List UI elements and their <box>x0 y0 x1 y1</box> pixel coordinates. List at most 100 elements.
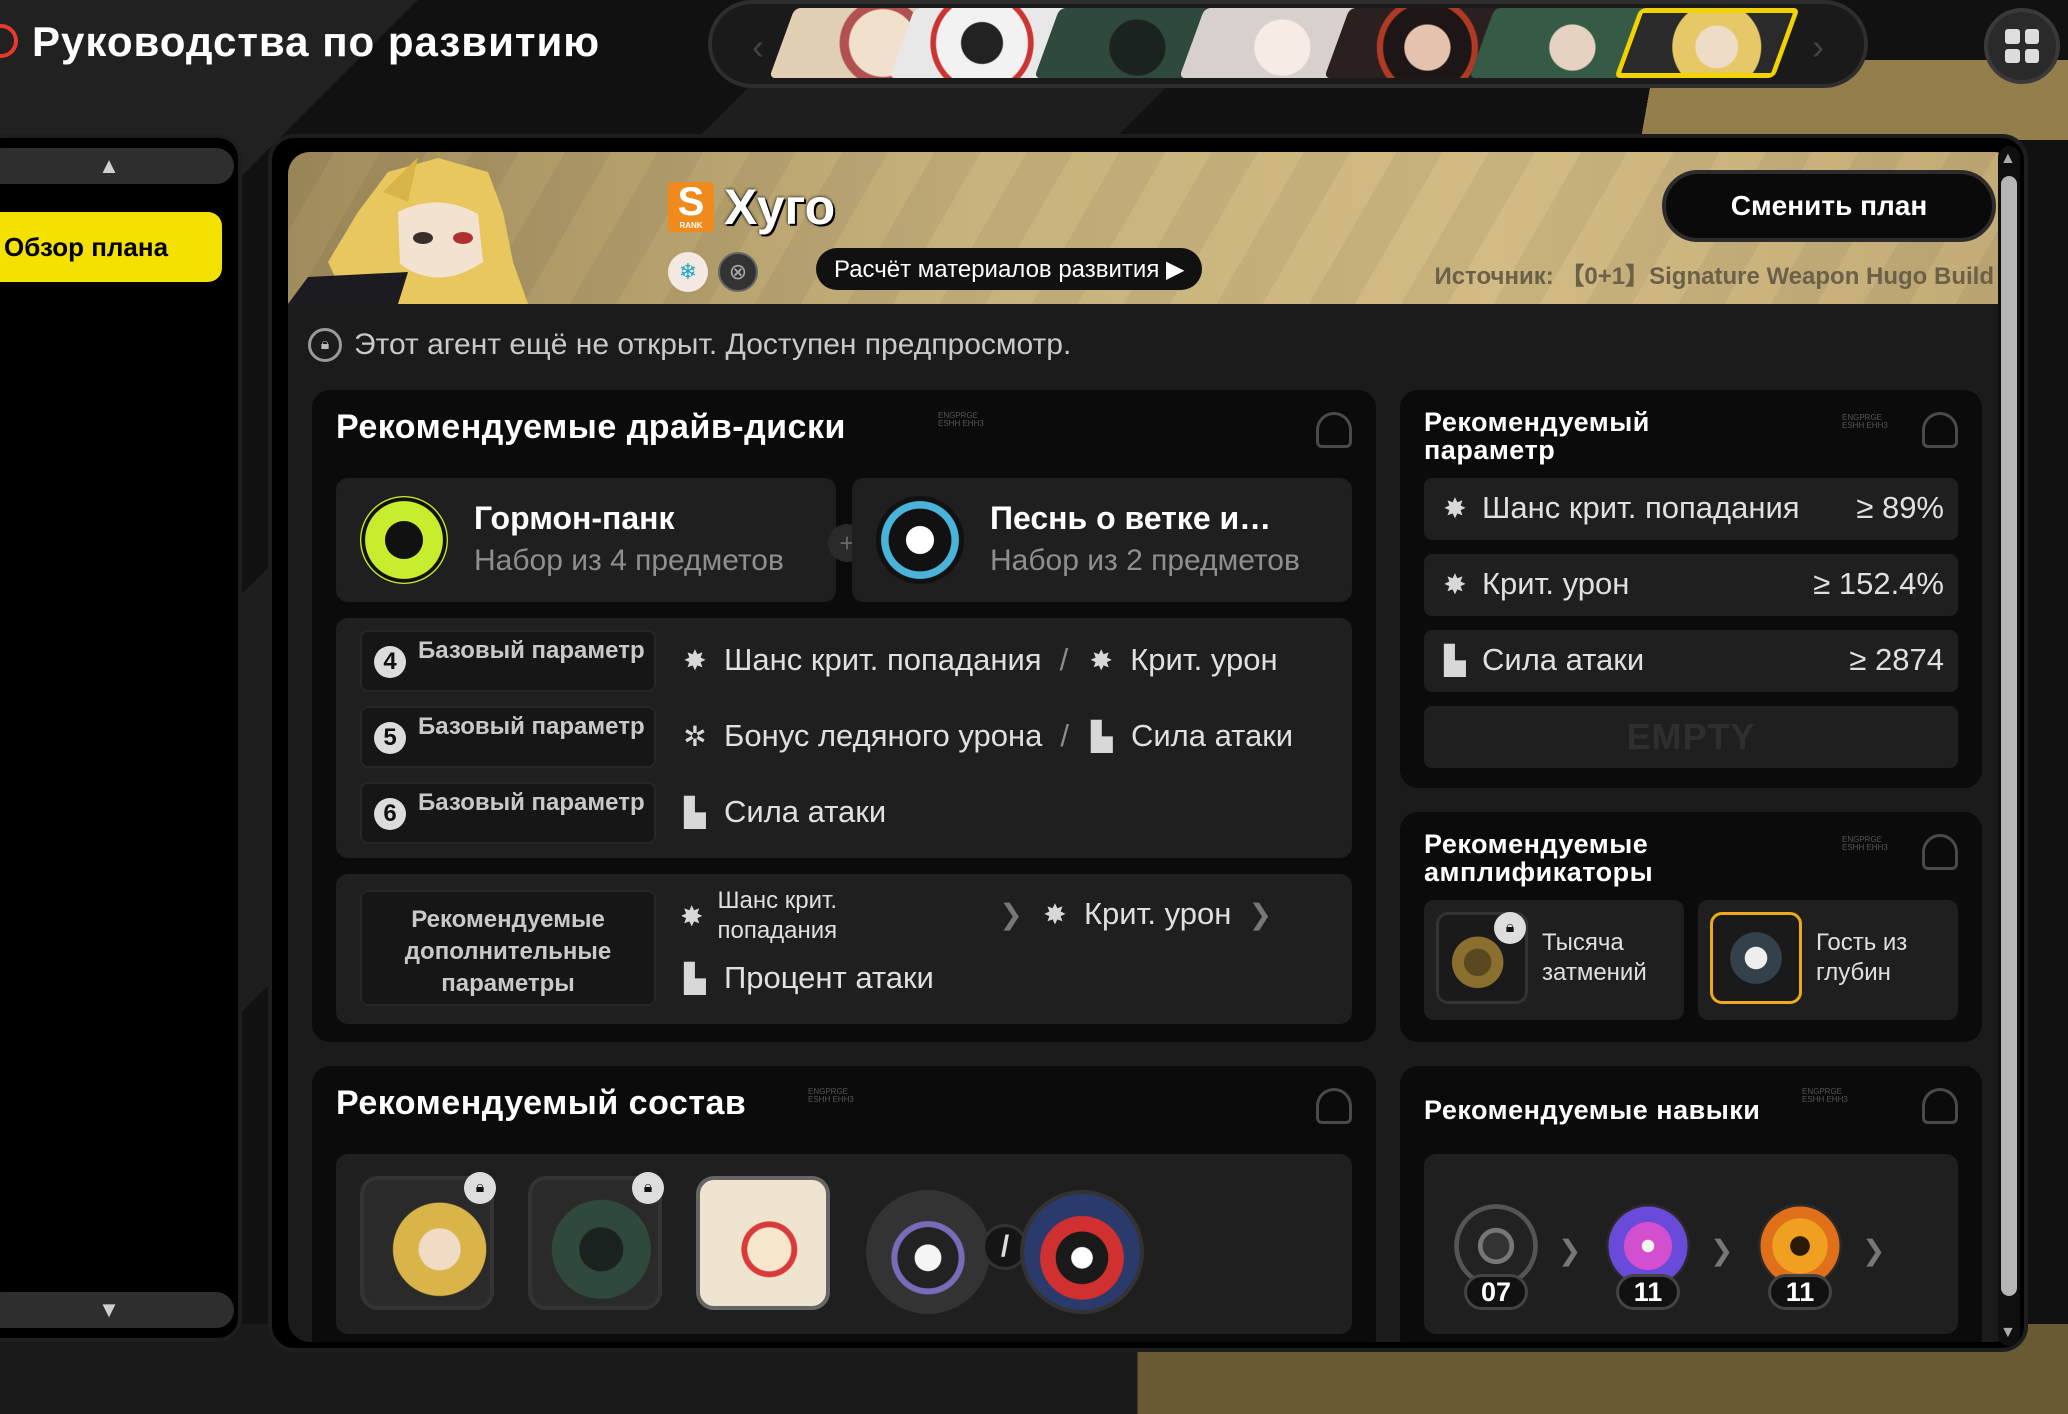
main-content: S RANK Хуго ❄ ⊗ Расчёт материалов развит… <box>288 152 2016 1342</box>
build-source: Источник: 【0+1】Signature Weapon Hugo Bui… <box>1434 263 1994 290</box>
stat-separator: / <box>1059 642 1069 677</box>
card-tag: ENGPRGE ESHH EHH3 <box>1802 1087 1848 1104</box>
slot-5-stat-1: Бонус ледяного урона <box>724 718 1043 753</box>
main-scrollbar[interactable]: ▲ ▼ <box>1998 146 2020 1346</box>
card-mascot-icon <box>1922 412 1958 448</box>
chevron-right-icon: ❯ <box>1248 898 1273 930</box>
card-tag: ENGPRGE ESHH EHH3 <box>808 1087 854 1104</box>
param-value: ≥ 152.4% <box>1813 566 1944 601</box>
amplifier-1-name: Тысяча затмений <box>1542 929 1647 986</box>
team-title: Рекомендуемый состав <box>336 1084 747 1122</box>
amplifiers-title: Рекомендуемые амплификаторы <box>1424 829 1654 887</box>
skills-title: Рекомендуемые навыки <box>1424 1095 1761 1125</box>
card-mascot-icon <box>1316 1088 1352 1124</box>
param-row-atk: ▙ Сила атаки ≥ 2874 <box>1424 630 1958 692</box>
page-title: Руководства по развитию <box>32 18 601 65</box>
amplifiers-card: Рекомендуемые амплификаторы ENGPRGE ESHH… <box>1400 812 1982 1042</box>
slot-5-stat-2: Сила атаки <box>1130 718 1294 753</box>
disk-set-1[interactable]: Гормон-панк Набор из 4 предметов <box>336 478 836 602</box>
param-name-text: Шанс крит. попадания <box>1482 490 1800 525</box>
grid-menu-button[interactable] <box>1984 8 2060 84</box>
substats-label: Рекомендуемые дополнительные параметры <box>360 890 656 1006</box>
crit-icon: ✸ <box>1043 898 1067 930</box>
substat-3: ▙ Процент атаки <box>680 960 934 996</box>
change-plan-button[interactable]: Сменить план <box>1662 170 1996 242</box>
rec-params-card: Рекомендуемый параметр ENGPRGE ESHH EHH3… <box>1400 390 1982 788</box>
main-stats-area: 4 Базовый параметр ✸ Шанс крит. попадани… <box>336 618 1352 858</box>
sidebar-item-plan-overview[interactable]: Обзор плана <box>0 212 222 282</box>
team-member-3[interactable] <box>696 1176 830 1310</box>
param-row-empty: EMPTY <box>1424 706 1958 768</box>
crit-icon: ✸ <box>683 644 707 676</box>
amplifier-1[interactable]: 🔒︎ Тысяча затмений <box>1424 900 1684 1020</box>
slot-5-number: 5 <box>374 722 406 754</box>
substat-1: ✸ Шанс крит. попадания <box>680 886 910 946</box>
param-name-text: Крит. урон <box>1482 566 1630 601</box>
chevron-right-icon: ❯ <box>1710 1235 1734 1266</box>
attack-icon: ▙ <box>1444 644 1466 676</box>
slot-4-label: 4 Базовый параметр <box>360 630 656 692</box>
skill-level-1: 07 <box>1464 1274 1528 1310</box>
param-name: ✸ Шанс крит. попадания <box>1440 490 1800 526</box>
substats-area: Рекомендуемые дополнительные параметры ✸… <box>336 874 1352 1024</box>
param-value: ≥ 2874 <box>1849 642 1944 677</box>
attack-icon: ▙ <box>684 796 706 828</box>
locked-notice-text: Этот агент ещё не открыт. Доступен предп… <box>354 328 1072 361</box>
lock-icon: 🔒︎ <box>1494 912 1526 944</box>
slot-4-stat-1: Шанс крит. попадания <box>724 642 1042 677</box>
scroll-up-arrow[interactable]: ▲ <box>2000 150 2016 168</box>
team-slots: 🔒︎ 🔒︎ / <box>336 1154 1352 1334</box>
chevron-right-icon: ❯ <box>999 898 1023 930</box>
amplifier-2[interactable]: Гость из глубин <box>1698 900 1958 1020</box>
skill-level-2: 11 <box>1616 1274 1680 1310</box>
agent-thumb-hugo-selected[interactable] <box>1614 8 1800 78</box>
param-row-crit-dmg: ✸ Крит. урон ≥ 152.4% <box>1424 554 1958 616</box>
substat-2: ❯ ✸ Крит. урон ❯ <box>996 896 1275 932</box>
card-tag: ENGPRGE ESHH EHH3 <box>1842 835 1888 852</box>
sidebar-scroll-up-button[interactable]: ▲ <box>0 148 234 184</box>
team-card: Рекомендуемый состав ENGPRGE ESHH EHH3 🔒… <box>312 1066 1376 1342</box>
back-icon[interactable] <box>0 24 18 58</box>
ice-attribute-icon: ❄ <box>668 252 708 292</box>
ice-damage-icon: ✲ <box>683 720 707 752</box>
disk-set-2-name: Песнь о ветке и… <box>990 500 1272 536</box>
rec-params-title: Рекомендуемый параметр <box>1424 407 1650 465</box>
skill-priority: 07 ❯ 11 ❯ 11 ❯ <box>1424 1154 1958 1334</box>
card-tag: ENGPRGE ESHH EHH3 <box>938 411 984 428</box>
card-mascot-icon <box>1922 1088 1958 1124</box>
slot-6-label: 6 Базовый параметр <box>360 782 656 844</box>
chevron-right-icon: ❯ <box>1558 1235 1582 1266</box>
scroll-down-arrow[interactable]: ▼ <box>2000 1324 2016 1342</box>
substat-1-text: Шанс крит. попадания <box>717 887 838 944</box>
scrollbar-thumb[interactable] <box>2001 176 2017 1296</box>
card-tag: ENGPRGE ESHH EHH3 <box>1842 413 1888 430</box>
param-name: ▙ Сила атаки <box>1440 642 1644 678</box>
disk-set-1-name: Гормон-панк <box>474 500 675 536</box>
sidebar-scroll-down-button[interactable]: ▼ <box>0 1292 234 1328</box>
team-member-5[interactable] <box>1020 1190 1144 1314</box>
slot-4-text: Базовый параметр <box>418 637 645 664</box>
left-sidebar: ▲ Обзор плана ▼ <box>0 134 242 1342</box>
param-value: ≥ 89% <box>1856 490 1944 525</box>
material-calc-button[interactable]: Расчёт материалов развития ▶ <box>816 248 1203 290</box>
branch-song-disk-icon <box>876 496 964 584</box>
amplifier-2-name: Гость из глубин <box>1816 929 1908 986</box>
agent-name: Хуго <box>724 179 836 235</box>
slot-5-stats: ✲ Бонус ледяного урона / ▙ Сила атаки <box>680 718 1293 754</box>
team-member-4[interactable] <box>866 1190 990 1314</box>
disk-set-2[interactable]: Песнь о ветке и… Набор из 2 предметов <box>852 478 1352 602</box>
rank-sub: RANK <box>679 221 703 230</box>
main-panel: S RANK Хуго ❄ ⊗ Расчёт материалов развит… <box>268 134 2028 1352</box>
skill-level-3: 11 <box>1768 1274 1832 1310</box>
rank-badge: S RANK <box>668 182 714 232</box>
locked-notice: 🔒︎ Этот агент ещё не открыт. Доступен пр… <box>308 328 1071 362</box>
param-row-crit-rate: ✸ Шанс крит. попадания ≥ 89% <box>1424 478 1958 540</box>
skills-card: Рекомендуемые навыки ENGPRGE ESHH EHH3 0… <box>1400 1066 1982 1342</box>
param-name-text: Сила атаки <box>1482 642 1645 677</box>
lock-icon: 🔒︎ <box>308 328 342 362</box>
strip-next-arrow[interactable]: › <box>1812 26 1824 68</box>
strip-prev-arrow[interactable]: ‹ <box>752 26 764 68</box>
hormone-punk-disk-icon <box>360 496 448 584</box>
card-mascot-icon <box>1316 412 1352 448</box>
slot-4-stats: ✸ Шанс крит. попадания / ✸ Крит. урон <box>680 642 1277 678</box>
